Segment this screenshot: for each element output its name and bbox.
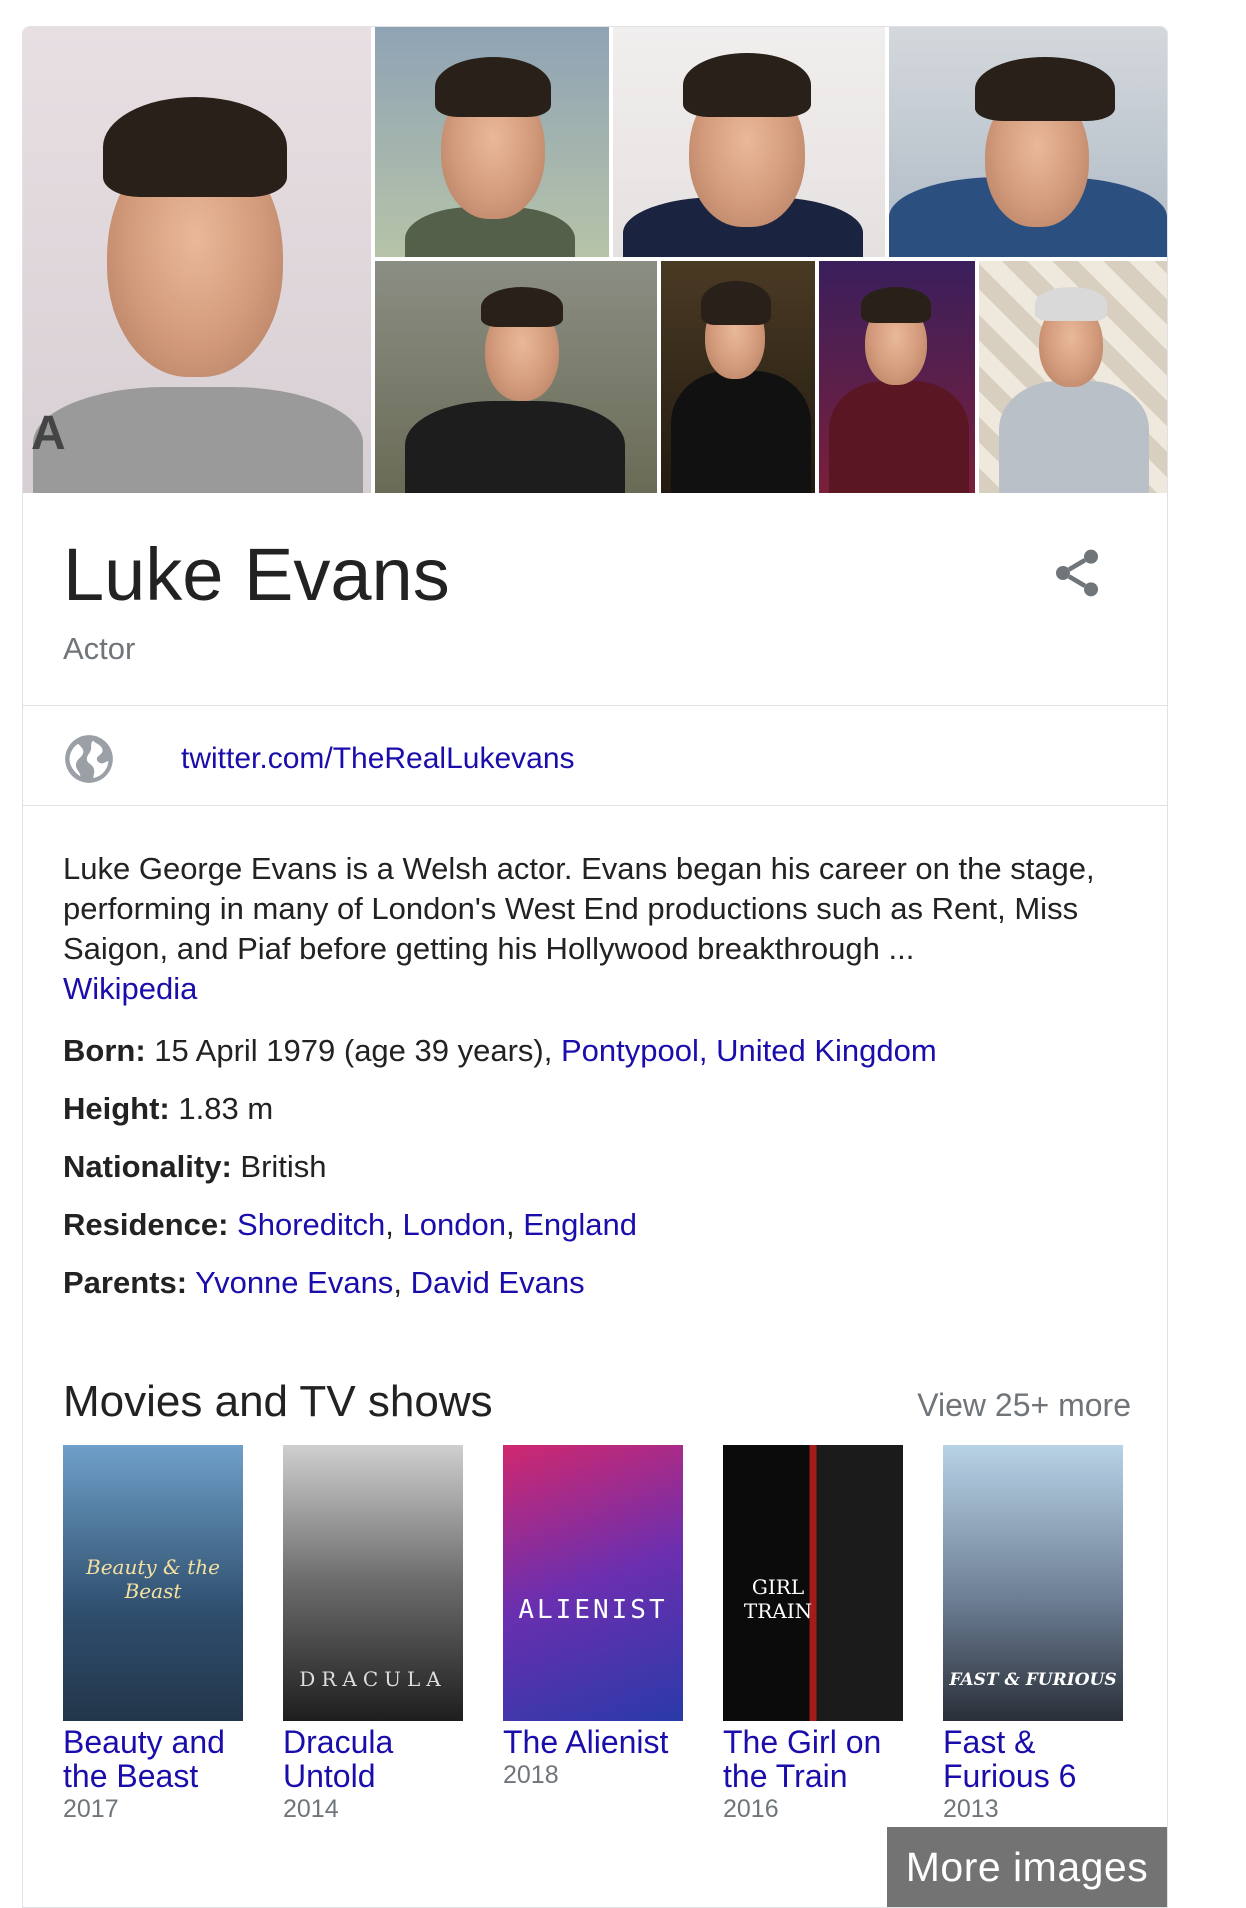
share-icon[interactable]	[1049, 545, 1105, 601]
movie-title[interactable]: Beauty and the Beast	[63, 1725, 243, 1793]
description-text: Luke George Evans is a Welsh actor. Evan…	[63, 851, 1095, 966]
birthplace-link[interactable]: Pontypool,	[561, 1033, 708, 1068]
poster-text: DRACULA	[299, 1667, 447, 1691]
movie-title-line: The Alienist	[503, 1724, 669, 1760]
wikipedia-link[interactable]: Wikipedia	[63, 971, 197, 1006]
divider	[23, 805, 1167, 806]
country-link[interactable]: United Kingdom	[716, 1033, 937, 1068]
parent-link-david[interactable]: David Evans	[411, 1265, 585, 1300]
residence-link-shoreditch[interactable]: Shoreditch	[237, 1207, 385, 1242]
photo-letter: A	[31, 407, 66, 460]
fact-height: Height: 1.83 m	[63, 1091, 273, 1127]
poster-text: ALIENIST	[518, 1595, 668, 1625]
movie-year: 2013	[943, 1795, 999, 1823]
fact-value: British	[240, 1149, 327, 1184]
fact-value: 1.83 m	[178, 1091, 274, 1126]
separator: ,	[393, 1265, 402, 1300]
poster-text: Beauty & the Beast	[86, 1555, 220, 1603]
movie-poster[interactable]: FAST & FURIOUS	[943, 1445, 1123, 1721]
movie-title[interactable]: The Girl on the Train	[723, 1725, 903, 1793]
movie-poster[interactable]: Beauty & the Beast	[63, 1445, 243, 1721]
website-link[interactable]: twitter.com/TheRealLukevans	[181, 742, 575, 776]
entity-subtitle: Actor	[63, 631, 136, 666]
entity-title: Luke Evans	[63, 533, 450, 616]
photo-3[interactable]	[613, 27, 885, 257]
view-more-link[interactable]: View 25+ more	[917, 1387, 1131, 1424]
fact-residence: Residence: Shoreditch, London, England	[63, 1207, 637, 1243]
description: Luke George Evans is a Welsh actor. Evan…	[63, 849, 1143, 1009]
movie-card[interactable]: ALIENIST The Alienist 2018	[503, 1445, 683, 1790]
fact-label: Height:	[63, 1091, 170, 1126]
photo-5[interactable]	[375, 261, 657, 493]
movie-card[interactable]: FAST & FURIOUS Fast & Furious 6 2013	[943, 1445, 1123, 1824]
movie-title-line: Fast &	[943, 1724, 1036, 1760]
movie-title[interactable]: Fast & Furious 6	[943, 1725, 1123, 1793]
divider	[23, 705, 1167, 706]
fact-nationality: Nationality: British	[63, 1149, 327, 1185]
fact-parents: Parents: Yvonne Evans, David Evans	[63, 1265, 585, 1301]
photo-2[interactable]	[375, 27, 609, 257]
movie-poster[interactable]: GIRL TRAIN	[723, 1445, 903, 1721]
photo-4[interactable]	[889, 27, 1167, 257]
movie-title[interactable]: The Alienist	[503, 1725, 683, 1759]
movie-year: 2016	[723, 1795, 779, 1823]
movie-year: 2017	[63, 1795, 119, 1823]
fact-label: Born:	[63, 1033, 146, 1068]
movie-card[interactable]: Beauty & the Beast Beauty and the Beast …	[63, 1445, 243, 1824]
residence-link-england[interactable]: England	[523, 1207, 637, 1242]
movie-title-line: Beauty and	[63, 1724, 225, 1760]
movie-poster[interactable]: ALIENIST	[503, 1445, 683, 1721]
poster-text: GIRL TRAIN	[743, 1575, 813, 1623]
movie-card[interactable]: DRACULA Dracula Untold 2014	[283, 1445, 463, 1824]
photo-6[interactable]	[661, 261, 815, 493]
movie-title-line: Dracula	[283, 1724, 394, 1760]
fact-label: Residence:	[63, 1207, 229, 1242]
residence-link-london[interactable]: London	[403, 1207, 506, 1242]
parent-link-yvonne[interactable]: Yvonne Evans	[195, 1265, 393, 1300]
main-photo[interactable]: A	[23, 27, 371, 493]
fact-label: Nationality:	[63, 1149, 232, 1184]
fact-value: 15 April 1979 (age 39 years),	[154, 1033, 553, 1068]
movie-title-line: Furious 6	[943, 1758, 1077, 1794]
fact-born: Born: 15 April 1979 (age 39 years), Pont…	[63, 1033, 937, 1069]
movie-title[interactable]: Dracula Untold	[283, 1725, 463, 1793]
movie-title-line: Untold	[283, 1758, 376, 1794]
movies-section-title: Movies and TV shows	[63, 1377, 493, 1426]
movie-title-line: The Girl on	[723, 1724, 882, 1760]
movie-title-line: the Beast	[63, 1758, 199, 1794]
separator: ,	[385, 1207, 394, 1242]
poster-text: FAST & FURIOUS	[949, 1670, 1117, 1690]
knowledge-panel: A More images Luke Evans Actor twitter.c…	[22, 26, 1168, 1908]
photo-7[interactable]	[819, 261, 975, 493]
fact-label: Parents:	[63, 1265, 188, 1300]
movie-title-line: the Train	[723, 1758, 848, 1794]
movie-poster[interactable]: DRACULA	[283, 1445, 463, 1721]
movie-card[interactable]: GIRL TRAIN The Girl on the Train 2016	[723, 1445, 903, 1824]
separator: ,	[505, 1207, 515, 1242]
movie-year: 2018	[503, 1761, 559, 1789]
photo-8[interactable]	[979, 261, 1167, 493]
movie-year: 2014	[283, 1795, 339, 1823]
globe-icon	[65, 735, 113, 783]
more-images-button[interactable]: More images	[887, 1827, 1167, 1907]
